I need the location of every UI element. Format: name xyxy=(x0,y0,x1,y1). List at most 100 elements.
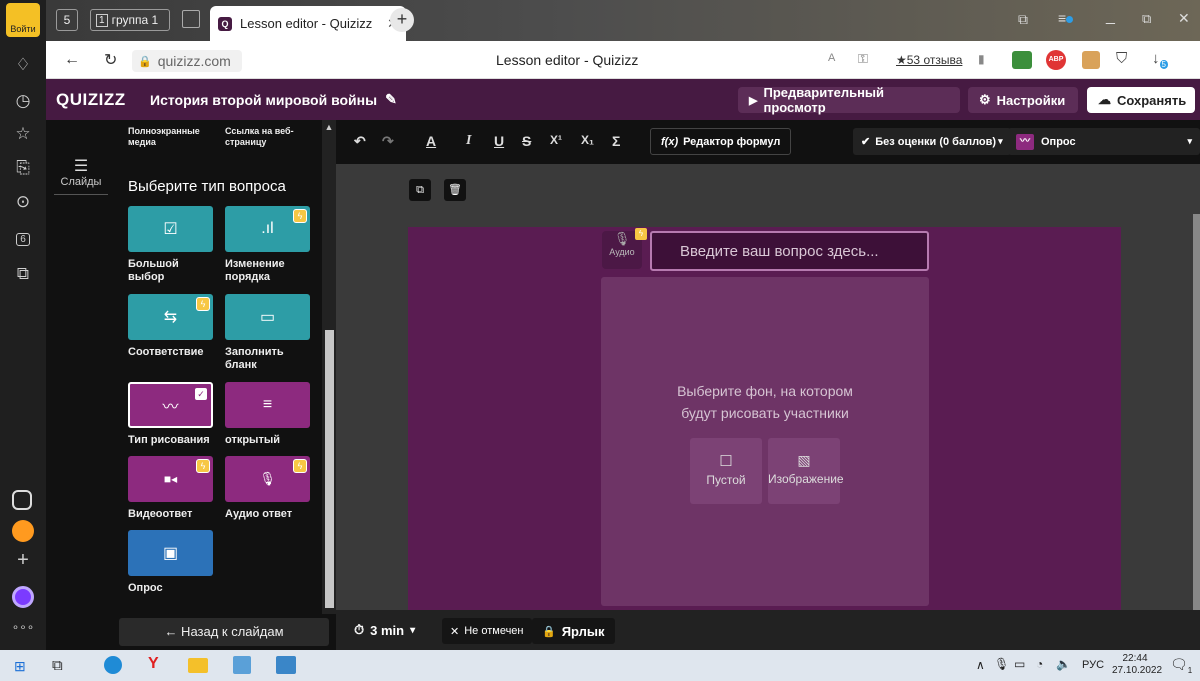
translate-icon[interactable]: A xyxy=(828,52,835,64)
pocket-icon[interactable]: ⛉ xyxy=(1116,50,1127,67)
canvas-scrollbar[interactable] xyxy=(1193,214,1200,610)
alice-icon[interactable] xyxy=(12,490,32,510)
delete-button[interactable]: 🗑 xyxy=(444,179,466,201)
type-video-answer[interactable]: ■◂ ϟ xyxy=(128,456,213,502)
login-button[interactable]: Войти xyxy=(6,3,40,37)
more-icon[interactable]: ∘∘∘ xyxy=(0,620,46,634)
scroll-up-icon[interactable]: ▲ xyxy=(322,122,336,132)
type-poll[interactable]: ▣ xyxy=(128,530,213,576)
start-icon[interactable]: ⊞ xyxy=(14,658,26,675)
underline-icon[interactable]: U xyxy=(494,133,504,149)
time-dropdown[interactable]: ⏱ 3 min ▾ xyxy=(348,618,421,642)
battery-icon[interactable]: ▭ xyxy=(1014,657,1025,671)
notifications-icon[interactable]: 🗨1 xyxy=(1170,656,1192,675)
question-type-dropdown[interactable]: 〰 Опрос ▾ xyxy=(1008,128,1200,155)
history-icon[interactable]: ◷ xyxy=(0,91,46,111)
slides-toggle[interactable]: ☰ Слайды xyxy=(54,156,108,195)
scroll-thumb[interactable] xyxy=(325,330,334,608)
new-group-icon[interactable] xyxy=(182,10,200,28)
fullscreen-media-option[interactable]: Полноэкранные медиа xyxy=(128,126,208,148)
type-reorder[interactable]: .ıl ϟ xyxy=(225,206,310,252)
reviews-link[interactable]: ★53 отзыва xyxy=(896,53,962,67)
screenshot-icon[interactable]: ⧉ xyxy=(0,264,46,284)
counter-icon[interactable]: 6 xyxy=(0,227,46,247)
edge-icon[interactable] xyxy=(104,656,122,674)
bookmark-icon[interactable]: ▮ xyxy=(978,52,985,66)
play-icon[interactable]: ⊙ xyxy=(0,192,46,212)
mic-tray-icon[interactable]: 🎙 xyxy=(994,657,1009,671)
tag-button[interactable]: 🔒 Ярлык xyxy=(532,618,615,644)
audio-button[interactable]: 🎙 Аудио ϟ xyxy=(602,228,647,269)
superscript-icon[interactable]: X¹ xyxy=(550,133,562,147)
url-field[interactable]: 🔒 quizizz.com xyxy=(132,50,242,72)
yandex-browser-icon[interactable]: Y xyxy=(148,655,159,673)
question-input[interactable]: Введите ваш вопрос здесь... xyxy=(650,231,929,271)
type-audio-answer[interactable]: 🎙 ϟ xyxy=(225,456,310,502)
add-icon[interactable]: + xyxy=(0,549,46,572)
file-explorer-icon[interactable] xyxy=(188,658,208,673)
strikethrough-icon[interactable]: S xyxy=(522,133,531,149)
extension-green-icon[interactable] xyxy=(1012,51,1032,69)
unmarked-tag[interactable]: ✕ Не отмечен xyxy=(442,618,532,644)
type-multiple-choice[interactable]: ☑ xyxy=(128,206,213,252)
quizizz-header: QUIZIZZ История второй мировой войны ✎ ▶… xyxy=(46,79,1200,120)
group-tab[interactable]: 1 группа 1 xyxy=(90,9,170,31)
type-open-ended[interactable]: ≡ xyxy=(225,382,310,428)
type-match[interactable]: ⇆ ϟ xyxy=(128,294,213,340)
menu-icon[interactable]: ≡ xyxy=(1058,10,1074,26)
settings-button[interactable]: ⚙ Настройки xyxy=(968,87,1078,113)
italic-icon[interactable]: I xyxy=(466,133,471,149)
bell-icon[interactable]: ♢ xyxy=(0,55,46,75)
back-icon[interactable]: ← xyxy=(64,51,80,69)
wifi-icon[interactable]: ◔ xyxy=(1036,657,1043,671)
blank-label: Пустой xyxy=(706,473,746,487)
lesson-title[interactable]: История второй мировой войны ✎ xyxy=(150,91,397,108)
task-view-icon[interactable]: ⧉ xyxy=(52,657,63,674)
volume-icon[interactable]: 🔈 xyxy=(1056,657,1071,671)
subscript-icon[interactable]: X₁ xyxy=(581,133,594,147)
history-tab-button[interactable]: 5 xyxy=(56,9,78,31)
back-to-slides-button[interactable]: ← Назад к слайдам xyxy=(119,618,329,646)
clock[interactable]: 22:44 27.10.2022 xyxy=(1112,653,1163,677)
grading-dropdown[interactable]: ✔ Без оценки (0 баллов) ▾ xyxy=(853,128,1011,155)
blank-background-button[interactable]: ☐ Пустой xyxy=(690,438,762,504)
tray-up-icon[interactable]: ∧ xyxy=(976,658,985,672)
key-icon[interactable]: ⚿ xyxy=(858,51,868,67)
quizizz-logo[interactable]: QUIZIZZ xyxy=(56,90,126,110)
redo-icon[interactable]: ↷ xyxy=(382,133,394,150)
download-icon[interactable]: ↓ 5 xyxy=(1152,50,1168,69)
panel-scrollbar[interactable]: ▲ xyxy=(322,120,336,614)
tab-manager-icon[interactable]: ⧉ xyxy=(1018,11,1028,28)
drawing-area[interactable]: Выберите фон, на котором будут рисовать … xyxy=(601,277,929,606)
formula-editor-button[interactable]: f(x) Редактор формул xyxy=(650,128,792,155)
type-draw[interactable]: 〰 ✓ xyxy=(128,382,213,428)
web-link-option[interactable]: Ссылка на веб-страницу xyxy=(225,126,305,148)
preview-button[interactable]: ▶ Предварительный просмотр xyxy=(738,85,960,115)
notepad-icon[interactable] xyxy=(233,656,251,674)
clock-date: 27.10.2022 xyxy=(1112,665,1163,676)
text-color-icon[interactable]: A xyxy=(426,133,436,149)
close-window-icon[interactable]: ✕ xyxy=(1178,10,1190,27)
save-button[interactable]: ☁ Сохранять xyxy=(1087,87,1195,113)
reload-icon[interactable]: ↻ xyxy=(104,50,117,70)
type-fill-blank[interactable]: ▭ xyxy=(225,294,310,340)
sigma-icon[interactable]: Σ xyxy=(612,133,620,149)
minimize-icon[interactable]: _ xyxy=(1106,8,1115,26)
active-tab[interactable]: Q Lesson editor - Quizizz ✕ xyxy=(210,6,406,41)
image-background-button[interactable]: ▧ Изображение xyxy=(768,438,844,504)
bookmarks-icon[interactable]: ☆ xyxy=(0,124,46,144)
type-label: открытый xyxy=(225,434,280,446)
quizizz-favicon: Q xyxy=(218,16,232,31)
restore-icon[interactable]: ⧉ xyxy=(1142,11,1151,27)
assistant-icon[interactable] xyxy=(12,586,34,608)
undo-icon[interactable]: ↶ xyxy=(354,133,366,150)
duplicate-button[interactable]: ⧉ xyxy=(409,179,431,201)
extension-art-icon[interactable] xyxy=(1082,51,1100,69)
new-tab-button[interactable]: + xyxy=(390,8,414,32)
language-indicator[interactable]: РУС xyxy=(1082,659,1104,671)
tab-strip: 5 1 группа 1 Q Lesson editor - Quizizz ✕… xyxy=(46,0,1200,41)
adblock-icon[interactable]: ABP xyxy=(1046,50,1066,70)
paint-icon[interactable] xyxy=(276,656,296,674)
collections-icon[interactable]: ⎘ xyxy=(0,158,46,178)
mail-icon[interactable] xyxy=(12,520,34,542)
